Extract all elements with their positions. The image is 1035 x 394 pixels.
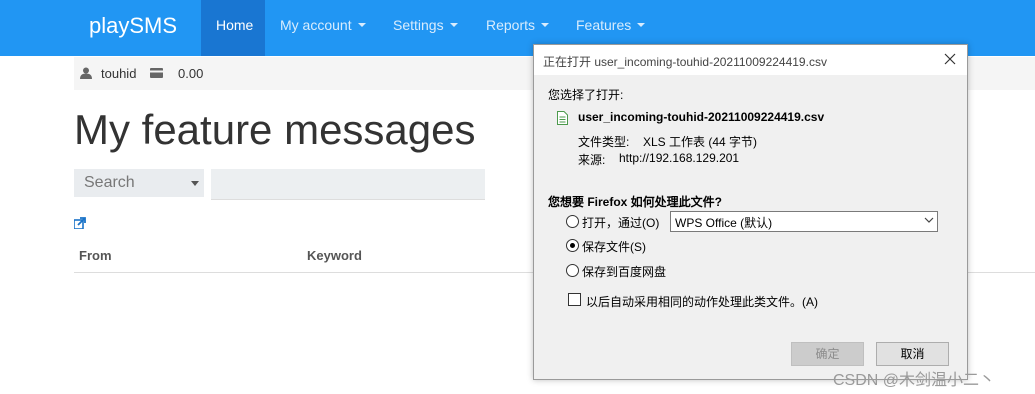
cancel-button[interactable]: 取消: [876, 342, 949, 366]
search-input[interactable]: [211, 169, 485, 200]
chevron-down-icon: [191, 181, 199, 186]
page-title: My feature messages: [74, 106, 476, 153]
nav-settings-label: Settings: [393, 17, 444, 33]
file-type-label: 文件类型:: [578, 135, 630, 149]
chevron-down-icon: [541, 23, 550, 28]
file-type-value: XLS 工作表 (44 字节): [643, 135, 758, 149]
username: touhid: [101, 66, 137, 81]
source-label: 来源:: [578, 153, 606, 167]
file-open-dialog: 正在打开 user_incoming-touhid-20211009224419…: [533, 44, 968, 380]
save-to-baidu-label[interactable]: 保存到百度网盘: [582, 263, 666, 280]
auto-action-label[interactable]: 以后自动采用相同的动作处理此类文件。(A): [586, 293, 818, 310]
open-with-radio[interactable]: [566, 215, 579, 228]
chevron-down-icon: [924, 217, 934, 223]
handling-question: 您想要 Firefox 如何处理此文件?: [548, 195, 723, 209]
column-header-from[interactable]: From: [79, 248, 112, 263]
credit-balance: 0.00: [178, 66, 204, 81]
export-icon[interactable]: [74, 217, 86, 229]
chevron-down-icon: [637, 23, 646, 28]
search-field-select[interactable]: Search: [74, 169, 204, 197]
nav-my-account-label: My account: [280, 17, 352, 33]
open-with-app-select[interactable]: WPS Office (默认): [670, 211, 938, 232]
chevron-down-icon: [449, 23, 458, 28]
user-icon: [80, 67, 92, 79]
chosen-to-open-label: 您选择了打开:: [548, 88, 624, 102]
save-file-radio[interactable]: [566, 239, 579, 252]
nav-features-label: Features: [576, 17, 632, 33]
ok-button[interactable]: 确定: [791, 342, 864, 366]
source-value: http://192.168.129.201: [619, 151, 740, 165]
close-icon[interactable]: [944, 53, 956, 65]
open-with-label[interactable]: 打开，通过(O): [582, 214, 659, 231]
save-file-label[interactable]: 保存文件(S): [582, 238, 646, 255]
nav-my-account[interactable]: My account: [280, 0, 366, 56]
watermark: CSDN @木剑温小二丶: [833, 372, 996, 389]
dialog-title: 正在打开 user_incoming-touhid-20211009224419…: [543, 55, 827, 69]
nav-reports-label: Reports: [486, 17, 536, 33]
nav-home-label: Home: [216, 17, 254, 33]
nav-home[interactable]: Home: [201, 0, 265, 56]
column-header-keyword[interactable]: Keyword: [307, 248, 362, 263]
search-select-value: Search: [84, 174, 135, 191]
open-with-app-value: WPS Office (默认): [675, 216, 773, 230]
dialog-title-bar: 正在打开 user_incoming-touhid-20211009224419…: [534, 45, 967, 75]
save-to-baidu-radio[interactable]: [566, 264, 579, 277]
spreadsheet-file-icon: [557, 111, 568, 125]
credit-card-icon: [150, 68, 163, 78]
chevron-down-icon: [357, 23, 366, 28]
brand-logo[interactable]: playSMS: [89, 13, 177, 39]
nav-settings[interactable]: Settings: [393, 0, 458, 56]
auto-action-checkbox[interactable]: [568, 293, 581, 306]
file-name: user_incoming-touhid-20211009224419.csv: [578, 110, 825, 124]
